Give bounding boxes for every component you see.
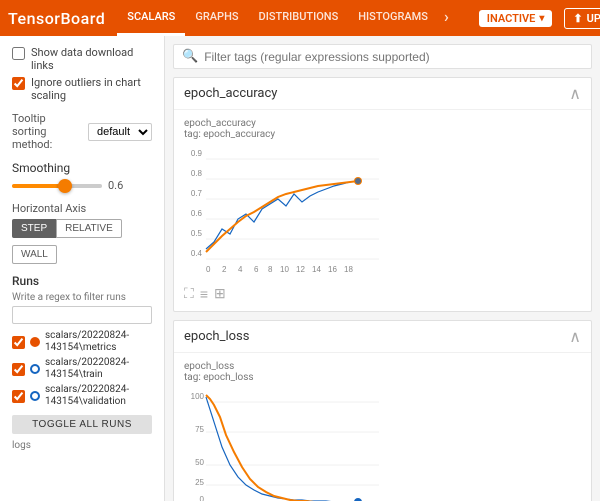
smoothing-section: Smoothing 0.6 [12, 161, 152, 192]
epoch-loss-svg: 100 75 50 25 0 0 2 4 6 8 10 12 14 [184, 387, 389, 501]
smoothing-label: Smoothing [12, 161, 152, 175]
filter-bar: 🔍 [173, 44, 592, 69]
epoch-accuracy-inner: epoch_accuracy tag: epoch_accuracy 0.9 0… [174, 110, 591, 311]
sidebar: Show data download links Ignore outliers… [0, 36, 165, 501]
runs-section: Runs Write a regex to filter runs scalar… [12, 274, 152, 451]
svg-text:12: 12 [296, 265, 305, 274]
svg-text:0.7: 0.7 [191, 189, 203, 198]
svg-text:100: 100 [191, 392, 205, 401]
tab-scalars[interactable]: SCALARS [117, 0, 185, 36]
epoch-accuracy-collapse-icon[interactable]: ∧ [569, 84, 581, 103]
run-2-circle [30, 391, 40, 401]
relative-axis-button[interactable]: RELATIVE [56, 219, 122, 238]
tooltip-sort-select[interactable]: default [88, 123, 152, 141]
epoch-loss-collapse-icon[interactable]: ∧ [569, 327, 581, 346]
tab-histograms[interactable]: HISTOGRAMS [348, 0, 438, 36]
tooltip-sort-label: Tooltip sorting method: [12, 112, 82, 151]
runs-filter-label: Write a regex to filter runs [12, 292, 152, 303]
epoch-loss-subtitle: epoch_loss tag: epoch_loss [184, 361, 581, 383]
epoch-accuracy-header: epoch_accuracy ∧ [174, 78, 591, 110]
axis-buttons: STEP RELATIVE [12, 219, 152, 238]
svg-text:6: 6 [254, 265, 259, 274]
epoch-loss-inner: epoch_loss tag: epoch_loss 100 75 50 25 … [174, 353, 591, 501]
tooltip-sort-row: Tooltip sorting method: default [12, 112, 152, 151]
svg-text:0.6: 0.6 [191, 209, 203, 218]
svg-text:18: 18 [344, 265, 353, 274]
tooltip-sort-section: Tooltip sorting method: default [12, 112, 152, 151]
epoch-accuracy-chart: 0.9 0.8 0.7 0.6 0.5 0.4 0 2 4 6 8 10 12 [184, 144, 581, 282]
epoch-accuracy-card: epoch_accuracy ∧ epoch_accuracy tag: epo… [173, 77, 592, 312]
search-icon: 🔍 [182, 49, 198, 64]
run-2-label: scalars/20220824-143154\validation [45, 384, 152, 408]
runs-filter-input[interactable] [12, 306, 152, 324]
svg-text:0.4: 0.4 [191, 249, 203, 258]
run-2-checkbox[interactable] [12, 390, 25, 403]
smoothing-value: 0.6 [108, 179, 123, 192]
ignore-outliers-checkbox[interactable] [12, 77, 25, 90]
run-1-checkbox[interactable] [12, 363, 25, 376]
svg-text:0.9: 0.9 [191, 149, 203, 158]
svg-text:0.5: 0.5 [191, 229, 203, 238]
runs-title: Runs [12, 274, 152, 288]
epoch-accuracy-svg: 0.9 0.8 0.7 0.6 0.5 0.4 0 2 4 6 8 10 12 [184, 144, 389, 279]
epoch-loss-header: epoch_loss ∧ [174, 321, 591, 353]
show-download-section: Show data download links Ignore outliers… [12, 46, 152, 102]
run-1-circle [30, 364, 40, 374]
epoch-accuracy-chart-icons: ⛶ ≡ ⊞ [184, 286, 581, 303]
epoch-loss-card: epoch_loss ∧ epoch_loss tag: epoch_loss … [173, 320, 592, 501]
run-item-1: scalars/20220824-143154\train [12, 357, 152, 381]
run-0-circle [30, 337, 40, 347]
svg-text:14: 14 [312, 265, 321, 274]
show-download-checkbox[interactable] [12, 47, 25, 60]
wall-axis-button[interactable]: WALL [12, 245, 57, 264]
tab-graphs[interactable]: GRAPHS [185, 0, 248, 36]
upload-button[interactable]: ⬆ UPLOAD [564, 8, 600, 29]
h-axis-label: Horizontal Axis [12, 202, 152, 215]
step-axis-button[interactable]: STEP [12, 219, 56, 238]
logs-label: logs [12, 440, 152, 451]
run-0-checkbox[interactable] [12, 336, 25, 349]
upload-label: UPLOAD [587, 12, 600, 25]
svg-text:75: 75 [195, 425, 204, 434]
main-layout: Show data download links Ignore outliers… [0, 36, 600, 501]
svg-text:10: 10 [280, 265, 289, 274]
tab-distributions[interactable]: DISTRIBUTIONS [249, 0, 349, 36]
svg-text:8: 8 [268, 265, 273, 274]
run-1-label: scalars/20220824-143154\train [45, 357, 152, 381]
svg-text:16: 16 [328, 265, 337, 274]
topnav-tabs: SCALARS GRAPHS DISTRIBUTIONS HISTOGRAMS … [117, 0, 455, 36]
svg-text:0: 0 [206, 265, 211, 274]
data-icon[interactable]: ≡ [200, 286, 208, 303]
tab-more[interactable]: › [438, 0, 455, 36]
toggle-all-button[interactable]: TOGGLE ALL RUNS [12, 415, 152, 434]
upload-icon: ⬆ [573, 12, 582, 25]
smoothing-slider[interactable] [12, 184, 102, 188]
smoothing-slider-row: 0.6 [12, 179, 152, 192]
epoch-accuracy-title: epoch_accuracy [184, 86, 277, 101]
inactive-label: INACTIVE [487, 12, 536, 25]
run-item-0: scalars/20220824-143154\metrics [12, 330, 152, 354]
filter-input[interactable] [204, 50, 583, 64]
run-0-label: scalars/20220824-143154\metrics [45, 330, 152, 354]
brand-label: TensorBoard [8, 9, 105, 28]
svg-text:0: 0 [200, 495, 205, 501]
content-area: 🔍 epoch_accuracy ∧ epoch_accuracy tag: e… [165, 36, 600, 501]
svg-text:4: 4 [238, 265, 243, 274]
run-item-2: scalars/20220824-143154\validation [12, 384, 152, 408]
h-axis-section: Horizontal Axis STEP RELATIVE WALL [12, 202, 152, 264]
expand-icon[interactable]: ⊞ [214, 286, 226, 303]
show-download-label[interactable]: Show data download links [12, 46, 152, 72]
dropdown-arrow-icon: ▾ [539, 13, 544, 24]
svg-text:2: 2 [222, 265, 227, 274]
topnav: TensorBoard SCALARS GRAPHS DISTRIBUTIONS… [0, 0, 600, 36]
fullscreen-icon[interactable]: ⛶ [184, 286, 194, 303]
svg-text:50: 50 [195, 458, 204, 467]
ignore-outliers-label[interactable]: Ignore outliers in chart scaling [12, 76, 152, 102]
svg-text:25: 25 [195, 478, 204, 487]
epoch-accuracy-subtitle: epoch_accuracy tag: epoch_accuracy [184, 118, 581, 140]
inactive-badge[interactable]: INACTIVE ▾ [479, 10, 553, 27]
epoch-loss-chart: 100 75 50 25 0 0 2 4 6 8 10 12 14 [184, 387, 581, 501]
epoch-loss-title: epoch_loss [184, 329, 249, 344]
svg-text:0.8: 0.8 [191, 169, 203, 178]
